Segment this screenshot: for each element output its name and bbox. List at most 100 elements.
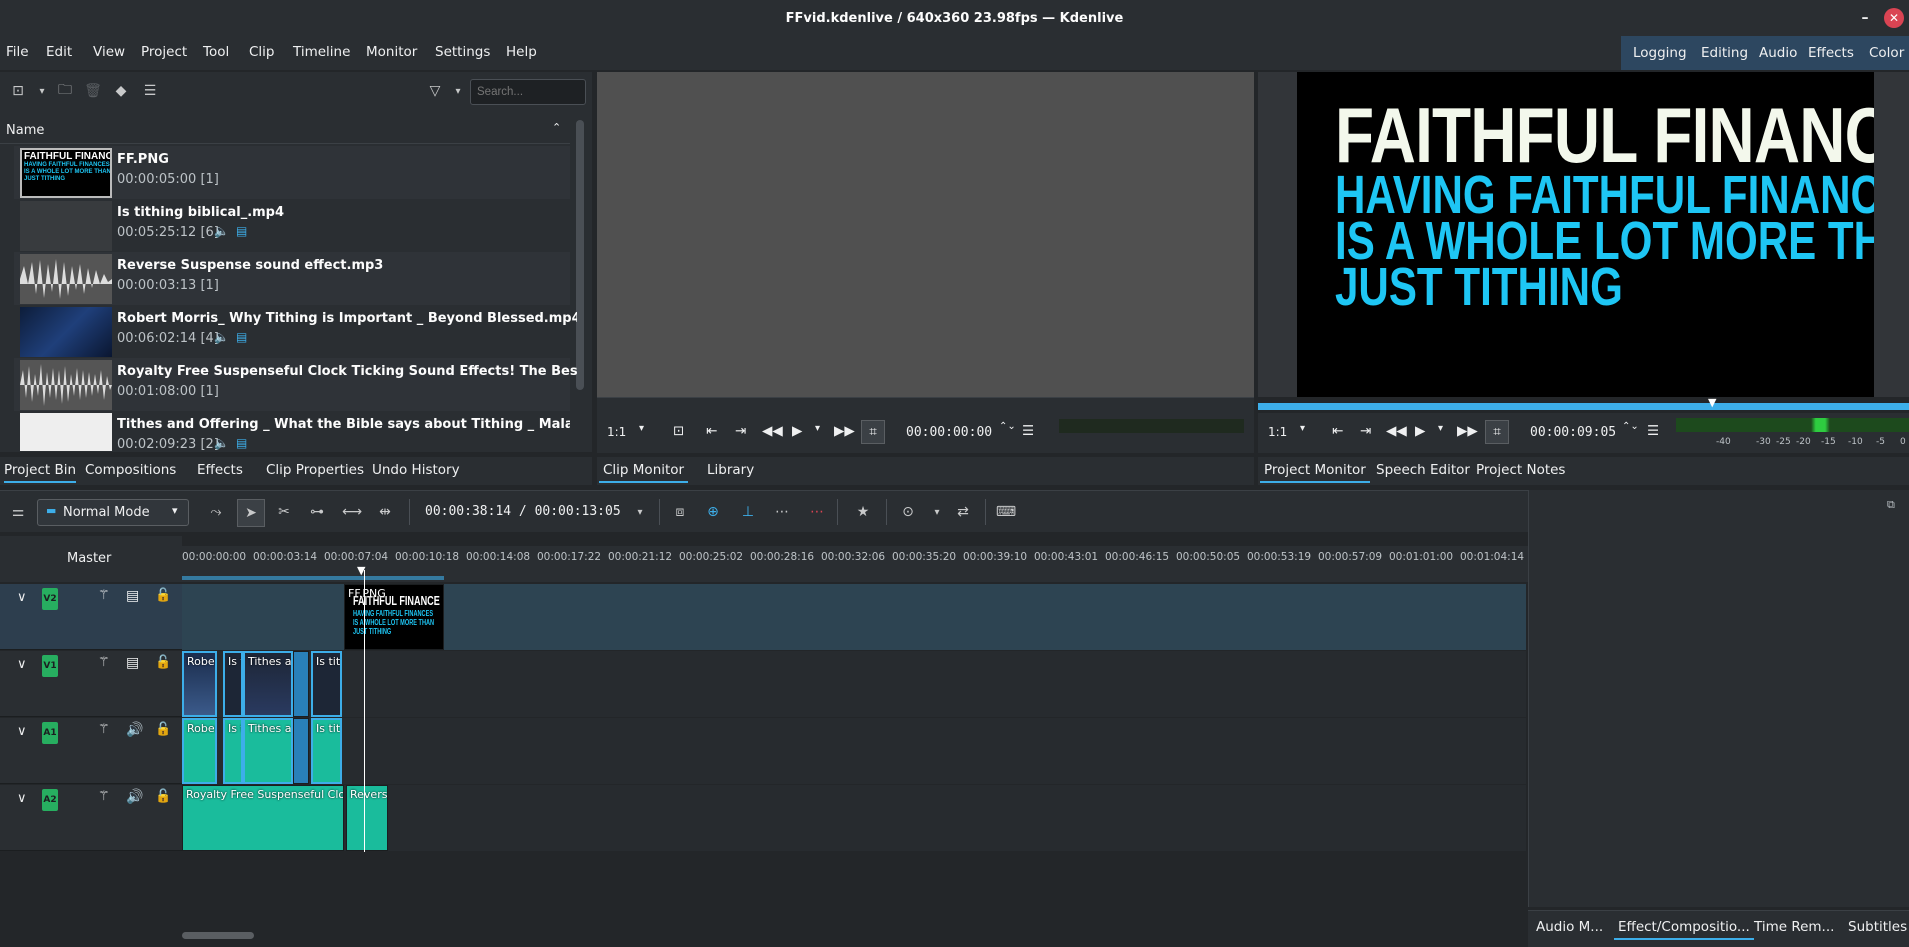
tab-project-notes[interactable]: Project Notes — [1476, 462, 1565, 478]
tab-effects[interactable]: Effects — [197, 462, 243, 478]
chevron-down-icon[interactable]: ▾ — [639, 423, 644, 434]
timeline-clip[interactable]: Is tit — [311, 651, 342, 717]
tab-audio-mixer[interactable]: Audio M... — [1536, 919, 1603, 935]
menu-clip[interactable]: Clip — [249, 44, 275, 60]
set-in-icon[interactable]: ⇤ — [706, 423, 717, 439]
track-lane-a1[interactable] — [182, 718, 1526, 784]
collapse-chevron-icon[interactable]: ∨ — [17, 791, 27, 806]
tab-effect-composition[interactable]: Effect/Compositio... — [1614, 919, 1754, 940]
chevron-down-icon[interactable]: ▾ — [926, 501, 948, 523]
track-header-v1[interactable]: ∨ V1 ⚚ ▤ 🔓 — [0, 651, 182, 717]
spacer-tool-icon[interactable]: ⤳ — [205, 501, 227, 523]
rewind-icon[interactable]: ◀◀ — [762, 423, 783, 439]
menu-settings[interactable]: Settings — [435, 44, 490, 60]
playhead-marker-icon[interactable]: ▼ — [1708, 396, 1716, 409]
monitor-menu-icon[interactable]: ☰ — [1022, 423, 1034, 439]
razor-tool-icon[interactable]: ✂ — [273, 501, 295, 523]
edit-mode-select[interactable]: ▬ Normal Mode ▾ — [37, 499, 189, 526]
play-icon[interactable]: ▶ — [1415, 423, 1425, 439]
trash-icon[interactable]: 🗑 — [82, 80, 104, 102]
snap-icon[interactable]: ⊙ — [897, 501, 919, 523]
timeline-clip[interactable]: FAITHFUL FINANCE HAVING FAITHFUL FINANCE… — [344, 584, 444, 650]
bin-column-header[interactable]: Name ⌃ — [0, 117, 570, 144]
tab-speech-editor[interactable]: Speech Editor — [1376, 462, 1470, 478]
ripple-tool-icon[interactable]: ⊶ — [306, 501, 328, 523]
mix-icon[interactable]: ⇄ — [952, 501, 974, 523]
project-monitor-screen[interactable]: FAITHFUL FINANCE HAVING FAITHFUL FINANCE… — [1297, 72, 1874, 397]
track-settings-icon[interactable]: ⚌ — [7, 501, 29, 523]
float-icon[interactable]: ⧉ — [1887, 498, 1895, 512]
clip-timecode[interactable]: 00:00:00:00 — [906, 425, 992, 440]
track-lane-v1[interactable] — [182, 651, 1526, 717]
tab-clip-properties[interactable]: Clip Properties — [266, 462, 364, 478]
layout-editing[interactable]: Editing — [1701, 45, 1748, 61]
menu-help[interactable]: Help — [506, 44, 537, 60]
slide-tool-icon[interactable]: ⇹ — [374, 501, 396, 523]
add-clip-icon[interactable]: ⊡ — [7, 80, 29, 102]
bin-scrollbar[interactable] — [576, 120, 584, 390]
timeline-scrollbar[interactable] — [182, 932, 254, 939]
effects-wand-icon[interactable]: ⚚ — [98, 588, 110, 603]
filter-icon[interactable]: ▽ — [424, 80, 446, 102]
timeline-clip[interactable]: Is t — [223, 651, 243, 717]
slip-tool-icon[interactable]: ⟷ — [341, 501, 363, 523]
play-icon[interactable]: ▶ — [792, 423, 802, 439]
timeline-playhead[interactable] — [364, 570, 365, 852]
effects-wand-icon[interactable]: ⚚ — [98, 722, 110, 737]
rewind-icon[interactable]: ◀◀ — [1386, 423, 1407, 439]
bin-item[interactable]: FAITHFUL FINANCE HAVING FAITHFUL FINANCE… — [14, 146, 570, 199]
bin-item[interactable]: Reverse Suspense sound effect.mp3 00:00:… — [14, 252, 570, 305]
film-icon[interactable]: ▤ — [126, 655, 139, 671]
collapse-chevron-icon[interactable]: ∨ — [17, 590, 27, 605]
clip-zoom-select[interactable]: 1:1 — [607, 425, 626, 439]
tab-time-remap[interactable]: Time Rem... — [1754, 919, 1834, 935]
effects-wand-icon[interactable]: ⚚ — [98, 655, 110, 670]
tab-undo-history[interactable]: Undo History — [372, 462, 460, 478]
lock-icon[interactable]: 🔓 — [155, 655, 171, 670]
lock-icon[interactable]: 🔓 — [155, 789, 171, 804]
track-header-a1[interactable]: ∨ A1 ⚚ 🔊 🔓 — [0, 718, 182, 784]
tab-library[interactable]: Library — [707, 462, 754, 478]
layout-effects[interactable]: Effects — [1808, 45, 1854, 61]
tab-project-monitor[interactable]: Project Monitor — [1260, 462, 1370, 483]
play-options-icon[interactable]: ▾ — [815, 423, 820, 434]
menu-tool[interactable]: Tool — [203, 44, 229, 60]
lock-icon[interactable]: 🔓 — [155, 588, 171, 603]
set-out-icon[interactable]: ⇥ — [735, 423, 746, 439]
timeline-clip[interactable] — [293, 651, 309, 717]
star-icon[interactable]: ★ — [852, 501, 874, 523]
menu-icon[interactable]: ☰ — [139, 80, 161, 102]
timeline-clip[interactable]: Rober — [182, 651, 217, 717]
project-zoom-select[interactable]: 1:1 — [1268, 425, 1287, 439]
tab-clip-monitor[interactable]: Clip Monitor — [599, 462, 689, 483]
minimize-icon[interactable]: – — [1855, 8, 1875, 28]
layout-logging[interactable]: Logging — [1633, 45, 1687, 61]
tag-icon[interactable]: ◆ — [110, 80, 132, 102]
clip-monitor-screen[interactable] — [597, 72, 1254, 397]
timeline-clip[interactable]: Royalty Free Suspenseful Clock — [182, 785, 344, 851]
tab-compositions[interactable]: Compositions — [85, 462, 176, 478]
timeline-clip[interactable]: Tithes a — [243, 718, 293, 784]
insert-icon[interactable]: ⊕ — [702, 501, 724, 523]
track-header-a2[interactable]: ∨ A2 ⚚ 🔊 🔓 — [0, 785, 182, 851]
overwrite-icon[interactable]: ⊥ — [737, 501, 759, 523]
subtitle-icon[interactable]: ⌨ — [995, 501, 1017, 523]
timecode-stepper-icon[interactable]: ⌃⌄ — [999, 421, 1016, 432]
menu-file[interactable]: File — [6, 44, 29, 60]
timeline-position[interactable]: 00:00:38:14 / 00:00:13:05 — [425, 504, 621, 519]
clip-monitor-ruler[interactable] — [597, 397, 1254, 413]
timeline-clip[interactable]: Reverse — [346, 785, 388, 851]
fast-forward-icon[interactable]: ▶▶ — [1457, 423, 1478, 439]
chevron-down-icon[interactable]: ▾ — [31, 80, 53, 102]
menu-edit[interactable]: Edit — [46, 44, 72, 60]
bin-item[interactable]: Royalty Free Suspenseful Clock Ticking S… — [14, 358, 577, 411]
timecode-stepper-icon[interactable]: ⌃⌄ — [1622, 421, 1639, 432]
collapse-chevron-icon[interactable]: ∨ — [17, 724, 27, 739]
collapse-chevron-icon[interactable]: ∨ — [17, 657, 27, 672]
bin-search-input[interactable] — [470, 79, 586, 105]
menu-monitor[interactable]: Monitor — [366, 44, 417, 60]
extract-icon[interactable]: ⋯ — [806, 501, 828, 523]
layout-color[interactable]: Color — [1869, 45, 1904, 61]
fast-forward-icon[interactable]: ▶▶ — [834, 423, 855, 439]
lock-icon[interactable]: 🔓 — [155, 722, 171, 737]
